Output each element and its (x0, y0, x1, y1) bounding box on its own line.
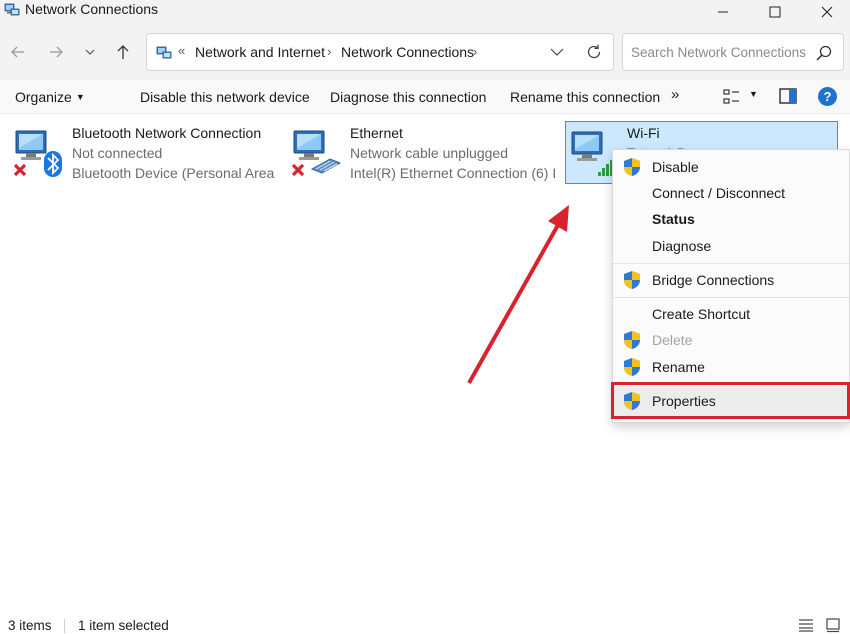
chevron-down-icon (550, 48, 564, 56)
connection-bluetooth[interactable]: Bluetooth Network Connection Not connect… (12, 121, 277, 185)
menu-item-label: Connect / Disconnect (652, 185, 786, 201)
menu-item-disable[interactable]: Disable (613, 154, 849, 180)
menu-separator (613, 263, 849, 264)
selection-count: 1 item selected (78, 618, 169, 633)
uac-shield-icon (624, 358, 640, 376)
maximize-icon (769, 6, 781, 18)
breadcrumb-separator[interactable]: › (473, 44, 477, 59)
back-button[interactable] (4, 38, 32, 66)
breadcrumb-overflow[interactable]: « (178, 43, 185, 58)
search-input[interactable]: Search Network Connections (631, 45, 806, 60)
window-title: Network Connections (25, 1, 159, 17)
status-bar: 3 items 1 item selected (0, 612, 850, 634)
menu-item-label: Bridge Connections (652, 272, 775, 288)
refresh-icon (587, 44, 601, 59)
bluetooth-adapter-icon (13, 130, 62, 177)
menu-item-create-shortcut[interactable]: Create Shortcut (613, 301, 849, 327)
up-button[interactable] (109, 38, 137, 66)
menu-item-label: Status (652, 211, 695, 227)
arrow-left-icon (11, 46, 24, 58)
menu-item-bridge-connections[interactable]: Bridge Connections (613, 267, 849, 293)
connection-status: Network cable unplugged (350, 145, 508, 161)
disable-device-button[interactable]: Disable this network device (140, 89, 310, 105)
more-commands-button[interactable]: » (671, 86, 679, 103)
annotation-highlight-box (611, 382, 850, 419)
change-view-icon[interactable] (722, 87, 742, 107)
address-history-button[interactable] (547, 42, 567, 62)
uac-shield-icon (624, 158, 640, 176)
breadcrumb-network-and-internet[interactable]: Network and Internet (195, 44, 325, 60)
menu-item-label: Disable (652, 159, 699, 175)
menu-item-connect-disconnect[interactable]: Connect / Disconnect (613, 180, 849, 206)
connection-status: Not connected (72, 145, 163, 161)
menu-item-diagnose[interactable]: Diagnose (613, 233, 849, 259)
menu-item-label: Delete (652, 332, 693, 348)
recent-locations-button[interactable] (76, 38, 104, 66)
minimize-icon (718, 11, 728, 13)
search-icon (816, 45, 832, 61)
menu-item-label: Diagnose (652, 238, 712, 254)
menu-item-rename[interactable]: Rename (613, 354, 849, 380)
connection-name: Bluetooth Network Connection (72, 125, 262, 141)
connection-device: Intel(R) Ethernet Connection (6) I2... (350, 165, 555, 181)
arrow-up-icon (117, 45, 129, 59)
menu-item-status[interactable]: Status (613, 206, 849, 232)
organize-label: Organize (15, 89, 72, 105)
network-connections-window: Network Connections « Network and Intern… (0, 0, 850, 634)
address-bar[interactable]: « Network and Internet › Network Connect… (146, 33, 614, 71)
rename-connection-button[interactable]: Rename this connection (510, 89, 660, 105)
breadcrumb-separator[interactable]: › (327, 44, 331, 59)
forward-button[interactable] (42, 38, 70, 66)
menu-item-label: Rename (652, 359, 705, 375)
network-connections-icon (4, 3, 20, 16)
search-box[interactable]: Search Network Connections (622, 33, 844, 71)
menu-item-delete: Delete (613, 327, 849, 353)
preview-pane-icon[interactable] (779, 88, 797, 104)
menu-separator (613, 297, 849, 298)
minimize-button[interactable] (700, 0, 746, 24)
arrow-right-icon (50, 46, 63, 58)
ethernet-adapter-icon (291, 130, 342, 177)
network-connections-icon (156, 46, 172, 59)
uac-shield-icon (624, 331, 640, 349)
breadcrumb-network-connections[interactable]: Network Connections (341, 44, 474, 60)
connection-name: Ethernet (350, 125, 403, 141)
close-button[interactable] (804, 0, 850, 24)
title-bar: Network Connections (0, 0, 850, 24)
diagnose-connection-button[interactable]: Diagnose this connection (330, 89, 486, 105)
connection-name: Wi-Fi (627, 125, 660, 141)
refresh-button[interactable] (583, 41, 605, 63)
large-icons-view-icon[interactable] (825, 617, 841, 633)
close-icon (821, 6, 833, 18)
menu-item-label: Create Shortcut (652, 306, 751, 322)
maximize-button[interactable] (752, 0, 798, 24)
command-bar: Organize ▼ Disable this network device Di… (0, 80, 850, 114)
navigation-bar: « Network and Internet › Network Connect… (0, 24, 850, 80)
details-view-icon[interactable] (798, 618, 814, 632)
organize-menu-button[interactable]: Organize ▼ (15, 89, 85, 105)
connection-ethernet[interactable]: Ethernet Network cable unplugged Intel(R… (290, 121, 555, 185)
connection-device: Bluetooth Device (Personal Area ... (72, 165, 277, 181)
chevron-down-icon (85, 49, 95, 55)
help-icon[interactable]: ? (818, 87, 837, 106)
uac-shield-icon (624, 271, 640, 289)
caret-down-icon: ▼ (75, 92, 85, 102)
caret-down-icon[interactable]: ▼ (749, 89, 758, 99)
item-count: 3 items (8, 618, 52, 633)
status-divider (64, 619, 65, 633)
